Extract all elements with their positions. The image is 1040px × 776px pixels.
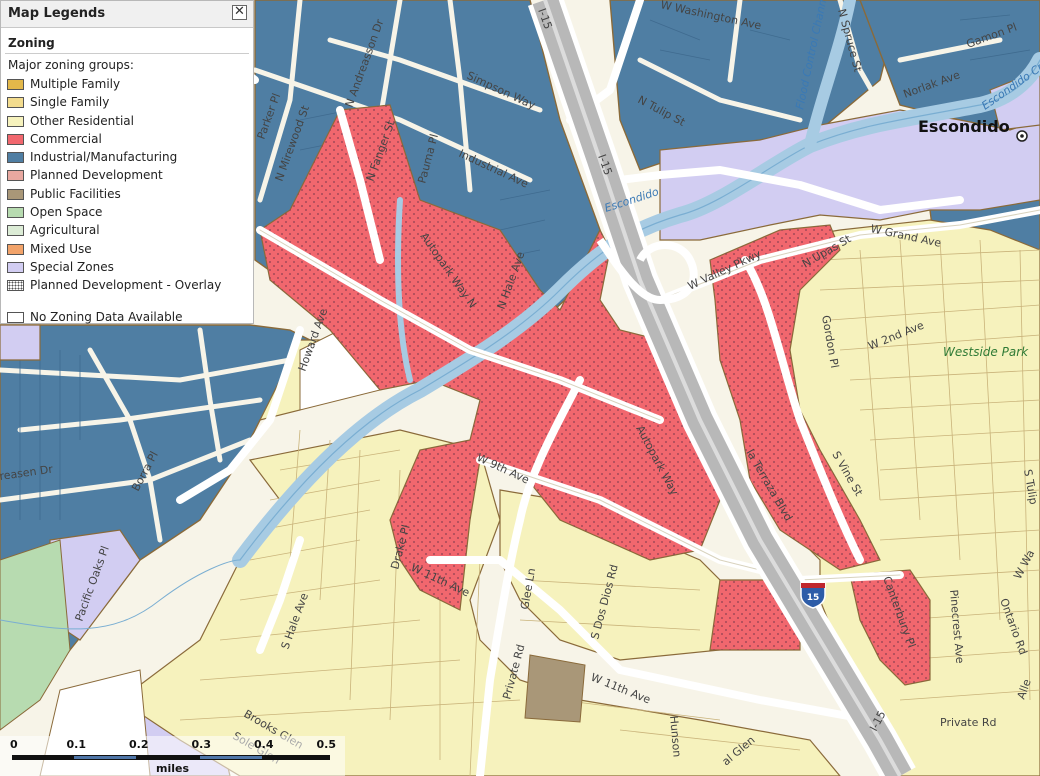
legend-swatch xyxy=(7,207,24,219)
scale-bar-segment xyxy=(74,756,136,759)
legend-item: Industrial/Manufacturing xyxy=(7,149,253,167)
scale-bar: 0 0.1 0.2 0.3 0.4 0.5 miles xyxy=(8,738,338,775)
legend-item-label: Planned Development - Overlay xyxy=(30,278,222,293)
scale-tick-label: 0.2 xyxy=(129,738,149,751)
scale-tick-label: 0.1 xyxy=(66,738,87,751)
legend-item-label: Agricultural xyxy=(30,223,100,238)
map-legend-panel: Map Legends ✕ Zoning Major zoning groups… xyxy=(0,0,254,324)
legend-item: Single Family xyxy=(7,94,253,112)
scale-units: miles xyxy=(156,762,190,775)
legend-swatch xyxy=(7,225,24,237)
close-icon[interactable]: ✕ xyxy=(232,5,247,20)
legend-item-label: Multiple Family xyxy=(30,77,121,91)
legend-item-label: Special Zones xyxy=(30,259,114,274)
city-marker-icon xyxy=(1016,130,1028,142)
legend-item-label: Other Residential xyxy=(30,113,134,128)
legend-swatch xyxy=(7,243,24,255)
legend-item: Public Facilities xyxy=(7,186,253,204)
legend-item: Commercial xyxy=(7,131,253,149)
legend-item-label: Planned Development xyxy=(30,168,163,183)
legend-swatch xyxy=(7,152,24,164)
scale-bar-line xyxy=(12,755,330,760)
legend-item: Planned Development xyxy=(7,167,253,185)
legend-item-label: Public Facilities xyxy=(30,186,121,201)
legend-item: Other Residential xyxy=(7,113,253,131)
scale-tick-label: 0 xyxy=(10,738,18,751)
legend-item-label: Open Space xyxy=(30,205,103,220)
scale-tick-label: 0.4 xyxy=(254,738,274,751)
legend-swatch xyxy=(7,79,24,90)
legend-divider xyxy=(5,53,249,54)
legend-item-label: Single Family xyxy=(30,95,110,110)
legend-item: No Zoning Data Available xyxy=(7,309,253,327)
public-facility xyxy=(524,654,586,723)
legend-item-label: Mixed Use xyxy=(30,241,92,256)
legend-swatch xyxy=(7,261,24,273)
legend-item: Special Zones xyxy=(7,259,253,277)
legend-item: Planned Development - Overlay xyxy=(7,277,253,309)
legend-swatch xyxy=(7,170,24,182)
legend-item: Multiple Family xyxy=(7,76,253,94)
scale-tick-label: 0.3 xyxy=(191,738,212,751)
legend-swatch xyxy=(7,115,24,127)
legend-swatch xyxy=(7,133,24,145)
legend-section-title: Zoning xyxy=(8,36,55,50)
overlay-pattern-swatch xyxy=(7,280,24,292)
legend-swatch xyxy=(7,188,24,200)
city-label: Escondido xyxy=(918,117,1010,136)
legend-subtitle: Major zoning groups: xyxy=(8,58,134,72)
legend-item-label: No Zoning Data Available xyxy=(30,310,183,325)
legend-swatch xyxy=(7,97,24,109)
legend-item: Agricultural xyxy=(7,222,253,240)
interstate-shield-icon: 15 xyxy=(800,582,826,609)
legend-swatch xyxy=(7,312,24,324)
legend-item: Mixed Use xyxy=(7,241,253,259)
road-label: Private Rd xyxy=(940,716,996,729)
scale-tick-label: 0.5 xyxy=(316,738,337,751)
legend-title: Map Legends xyxy=(8,6,106,21)
interstate-shield-label: 15 xyxy=(807,593,820,603)
legend-item-label: Industrial/Manufacturing xyxy=(30,150,178,165)
legend-item-label: Commercial xyxy=(30,131,102,146)
scale-bar-segment xyxy=(200,756,262,759)
park-label: Westside Park xyxy=(943,345,1029,359)
legend-items: Multiple Family Single Family Other Reside… xyxy=(1,76,253,328)
legend-header: Map Legends ✕ xyxy=(1,1,253,28)
legend-item: Open Space xyxy=(7,204,253,222)
